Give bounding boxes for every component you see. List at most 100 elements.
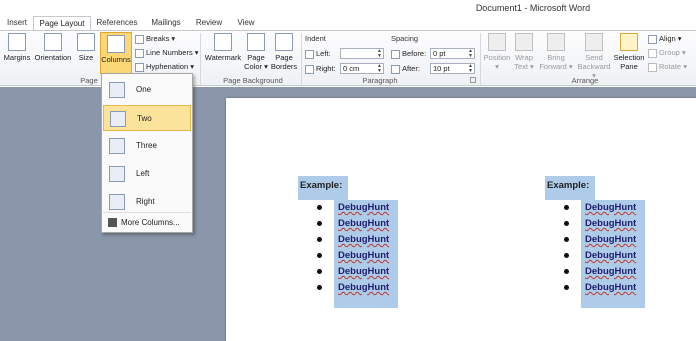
columns-option-two[interactable]: Two [103, 105, 191, 131]
more-columns-label: More Columns... [121, 218, 180, 227]
hyphenation-button[interactable]: Hyphenation ▾ [135, 61, 194, 73]
size-button[interactable]: Size [75, 33, 97, 62]
send-backward-icon [585, 33, 603, 51]
bullet-icon [564, 237, 569, 242]
margins-label: Margins [3, 53, 31, 62]
spinner-icon[interactable]: ▲ ▼ [377, 64, 382, 74]
window-title: Document1 - Microsoft Word [475, 3, 591, 13]
list-item[interactable]: DebugHunt [583, 280, 645, 296]
bring-forward-label-2: Forward [539, 62, 567, 71]
align-label: Align [659, 34, 676, 43]
list-item[interactable]: DebugHunt [583, 216, 645, 232]
tab-insert[interactable]: Insert [4, 16, 30, 31]
one-column-icon [109, 82, 125, 98]
line-numbers-button[interactable]: Line Numbers ▾ [135, 47, 199, 59]
tab-mailings[interactable]: Mailings [147, 16, 185, 31]
indent-left-field[interactable]: ▲ ▼ [340, 48, 384, 59]
list-item[interactable]: DebugHunt [583, 232, 645, 248]
bullet-icon [564, 253, 569, 258]
spacing-after-label: After: [391, 63, 420, 75]
position-button[interactable]: Position ▾ [483, 33, 511, 71]
watermark-button[interactable]: Watermark [204, 33, 242, 62]
bring-forward-button[interactable]: Bring Forward ▾ [538, 33, 574, 71]
wrap-text-button[interactable]: Wrap Text ▾ [512, 33, 536, 71]
page-color-button[interactable]: Page Color ▾ [243, 33, 269, 71]
orientation-icon [44, 33, 62, 51]
spinner-icon[interactable]: ▲ ▼ [468, 64, 473, 74]
orientation-label: Orientation [34, 53, 72, 62]
left-column-icon [109, 166, 125, 182]
hyphenation-label: Hyphenation [146, 62, 189, 71]
spinner-icon[interactable]: ▲ ▼ [377, 49, 382, 59]
send-backward-button[interactable]: Send Backward ▾ [575, 33, 613, 80]
position-icon [488, 33, 506, 51]
column-heading: Example: [298, 176, 348, 200]
group-button[interactable]: Group ▾ [648, 47, 686, 59]
three-columns-icon [109, 138, 125, 154]
dialog-launcher-icon[interactable] [470, 77, 476, 83]
tab-review[interactable]: Review [194, 16, 224, 31]
menu-item-label: Three [136, 141, 157, 150]
list-item[interactable]: DebugHunt [583, 248, 645, 264]
size-icon [77, 33, 95, 51]
page-borders-label-2: Borders [270, 62, 298, 71]
columns-option-three[interactable]: Three [103, 133, 191, 159]
wrap-text-label-1: Wrap [515, 53, 533, 62]
wrap-text-label-2: Text [514, 62, 528, 71]
position-label: Position [483, 53, 511, 62]
rotate-button[interactable]: Rotate ▾ [648, 61, 687, 73]
orientation-button[interactable]: Orientation [33, 33, 73, 62]
spacing-before-icon [391, 49, 400, 59]
bullet-icon [564, 269, 569, 274]
page-color-label-2: Color [244, 62, 263, 71]
tab-references[interactable]: References [94, 16, 140, 31]
tab-view[interactable]: View [233, 16, 259, 31]
breaks-icon [135, 34, 144, 44]
page-borders-button[interactable]: Page Borders [270, 33, 298, 71]
list-item[interactable]: DebugHunt [583, 200, 645, 216]
spacing-before-label: Before: [391, 48, 426, 60]
align-icon [648, 34, 657, 44]
columns-option-left[interactable]: Left [103, 161, 191, 187]
bullet-icon [317, 285, 322, 290]
menu-divider [103, 212, 191, 213]
list-item[interactable]: DebugHunt [336, 248, 398, 264]
spacing-before-field[interactable]: 0 pt ▲ ▼ [430, 48, 475, 59]
align-button[interactable]: Align ▾ [648, 33, 682, 45]
bullet-icon [317, 221, 322, 226]
bullet-icon [317, 205, 322, 210]
watermark-icon [214, 33, 232, 51]
size-label: Size [78, 53, 94, 62]
ribbon-tabs: Insert Page Layout References Mailings R… [0, 16, 696, 31]
breaks-button[interactable]: Breaks ▾ [135, 33, 175, 45]
menu-item-label: Two [137, 114, 152, 123]
tab-page-layout[interactable]: Page Layout [33, 16, 91, 31]
spinner-icon[interactable]: ▲ ▼ [468, 49, 473, 59]
columns-icon [107, 35, 125, 53]
columns-option-one[interactable]: One [103, 77, 191, 103]
bullet-icon [317, 237, 322, 242]
document-page[interactable]: Example: DebugHunt DebugHunt DebugHunt D… [226, 98, 696, 341]
spacing-after-icon [391, 64, 400, 74]
indent-header: Indent [305, 34, 326, 43]
column-heading: Example: [545, 176, 595, 200]
list-item[interactable]: DebugHunt [336, 216, 398, 232]
list-item[interactable]: DebugHunt [336, 200, 398, 216]
group-separator [480, 33, 481, 85]
more-columns-item[interactable]: More Columns... [108, 218, 180, 228]
margins-button[interactable]: Margins [2, 33, 32, 62]
bullet-icon [564, 285, 569, 290]
page-background-group-label: Page Background [223, 76, 283, 85]
group-separator [301, 33, 302, 85]
indent-right-field[interactable]: 0 cm ▲ ▼ [340, 63, 384, 74]
send-backward-label-2: Backward [577, 62, 611, 71]
selection-pane-button[interactable]: Selection Pane [613, 33, 645, 71]
list-item[interactable]: DebugHunt [336, 280, 398, 296]
page-borders-label-1: Page [275, 53, 293, 62]
columns-button[interactable]: Columns [100, 32, 132, 74]
page-color-icon [247, 33, 265, 51]
spacing-after-field[interactable]: 10 pt ▲ ▼ [430, 63, 475, 74]
list-item[interactable]: DebugHunt [583, 264, 645, 280]
list-item[interactable]: DebugHunt [336, 232, 398, 248]
list-item[interactable]: DebugHunt [336, 264, 398, 280]
